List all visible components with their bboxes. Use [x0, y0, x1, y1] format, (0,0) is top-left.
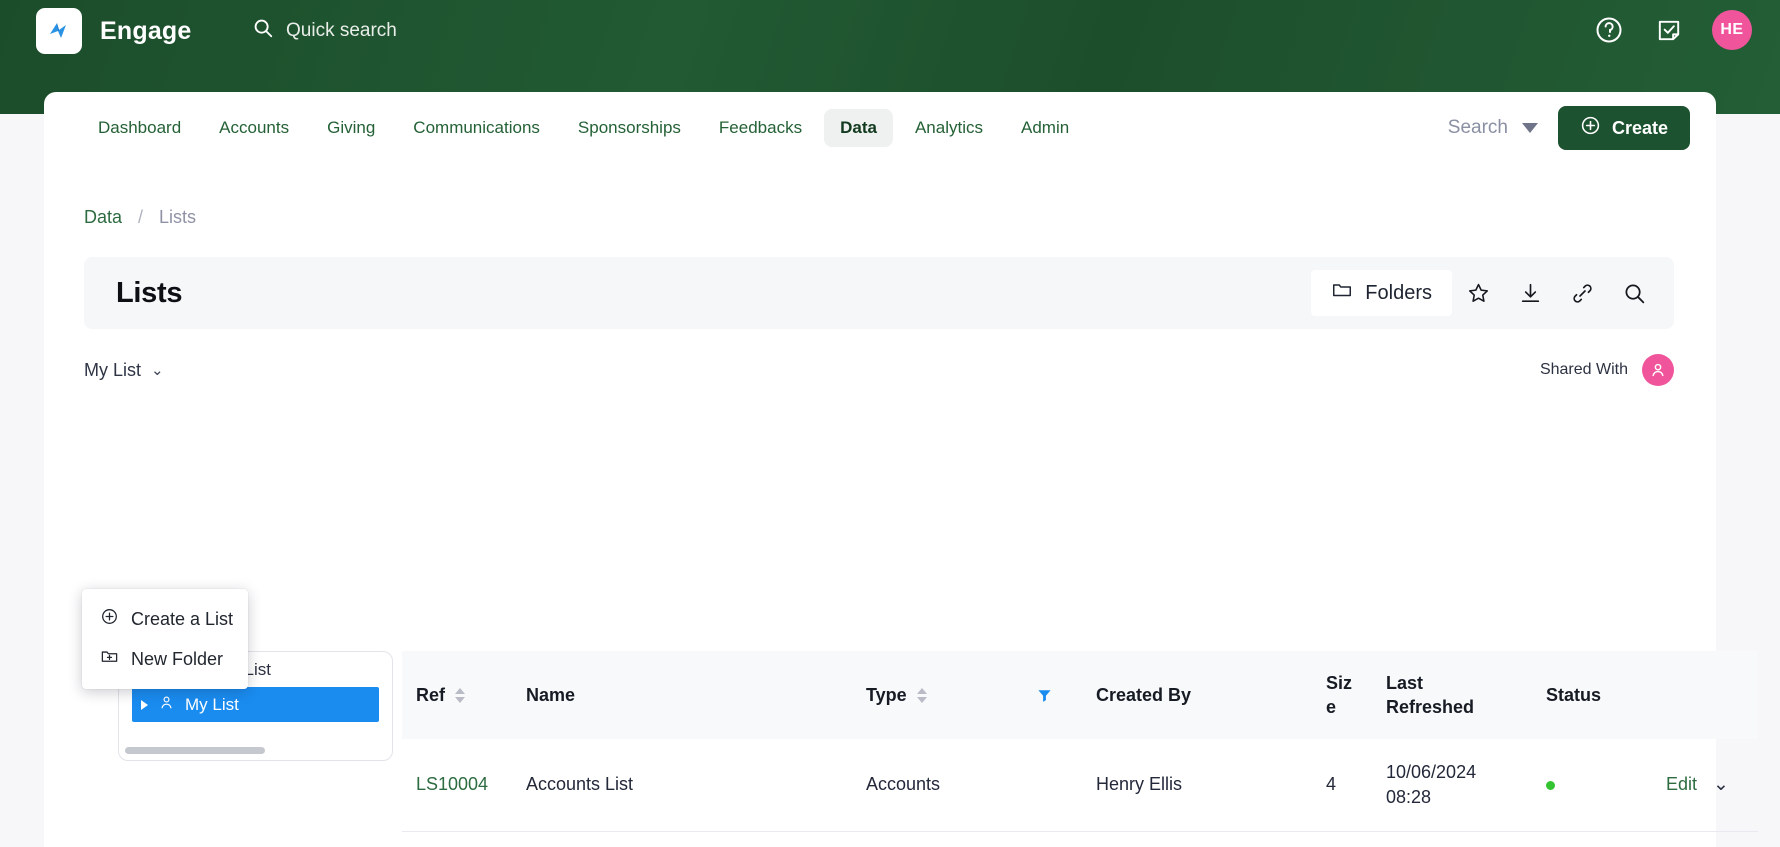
folders-button[interactable]: Folders: [1311, 270, 1452, 316]
triangle-right-icon: [141, 699, 148, 710]
link-icon[interactable]: [1556, 270, 1608, 316]
column-label: Type: [866, 684, 907, 705]
cell-status: [1532, 739, 1652, 831]
table-header-row: Ref Name Type Created By Siz e Last Refr…: [402, 651, 1758, 739]
shared-with-label: Shared With: [1539, 361, 1628, 378]
sort-icon[interactable]: [916, 687, 927, 703]
menu-item-label: New Folder: [131, 648, 224, 669]
nav-item-analytics[interactable]: Analytics: [899, 109, 999, 147]
star-icon[interactable]: [1452, 270, 1504, 316]
edit-label: Edit: [1666, 774, 1698, 795]
nav-search-label: Search: [1447, 117, 1508, 138]
cell-name: Accounts List: [526, 774, 634, 795]
cell-filter-spacer: [1022, 739, 1082, 831]
lists-table: Ref Name Type Created By Siz e Last Refr…: [402, 651, 1758, 832]
nav-item-dashboard[interactable]: Dashboard: [82, 109, 197, 147]
breadcrumb-separator: /: [138, 207, 144, 227]
cell-type: Accounts: [866, 774, 941, 795]
column-label: Status: [1546, 684, 1602, 705]
nav-item-data[interactable]: Data: [824, 109, 893, 147]
column-header-filter[interactable]: [1022, 651, 1082, 739]
folder-icon: [1331, 279, 1353, 307]
page-tools: Folders: [1311, 270, 1660, 316]
column-header-type[interactable]: Type: [852, 651, 1022, 739]
table-row[interactable]: LS10004 Accounts List Accounts Henry Ell…: [402, 739, 1758, 831]
nav-item-sponsorships[interactable]: Sponsorships: [562, 109, 697, 147]
new-folder-icon: [100, 647, 119, 671]
plus-circle-icon: [100, 607, 119, 631]
column-header-ref[interactable]: Ref: [402, 651, 512, 739]
sort-icon[interactable]: [455, 687, 466, 703]
breadcrumb-lists: Lists: [159, 207, 197, 227]
chevron-down-icon[interactable]: ⌄: [1713, 773, 1729, 796]
column-label: Name: [526, 684, 576, 705]
column-header-actions: [1652, 651, 1758, 739]
status-badge: [1546, 781, 1555, 791]
column-header-created-by[interactable]: Created By: [1082, 651, 1312, 739]
nav-item-communications[interactable]: Communications: [397, 109, 556, 147]
search-icon[interactable]: [1608, 270, 1660, 316]
quick-search[interactable]: Quick search: [252, 17, 397, 44]
nav-right-actions: Search Create: [1448, 106, 1690, 150]
nav-items: Dashboard Accounts Giving Communications…: [44, 109, 1085, 147]
last-refreshed-time: 08:28: [1386, 786, 1432, 807]
cell-size: 4: [1326, 774, 1337, 795]
shared-with: Shared With: [1540, 354, 1674, 386]
column-header-status[interactable]: Status: [1532, 651, 1652, 739]
plus-circle-icon: [1580, 115, 1601, 141]
tree-horizontal-scrollbar[interactable]: [125, 747, 265, 754]
cell-ref[interactable]: LS10004: [402, 739, 512, 831]
menu-item-label: Create a List: [131, 608, 234, 629]
create-button-label: Create: [1611, 117, 1668, 138]
person-icon: [158, 694, 175, 716]
menu-item-new-folder[interactable]: New Folder: [82, 639, 248, 679]
main-nav-bar: Dashboard Accounts Giving Communications…: [44, 92, 1716, 164]
edit-button[interactable]: Edit ⌄: [1666, 773, 1758, 796]
search-icon: [252, 17, 274, 44]
create-button[interactable]: Create: [1557, 106, 1690, 150]
column-label: Created By: [1096, 684, 1192, 705]
engage-logo-icon: [36, 8, 82, 54]
list-selector-label: My List: [84, 359, 142, 380]
nav-item-giving[interactable]: Giving: [311, 109, 391, 147]
cell-created-by: Henry Ellis: [1096, 774, 1183, 795]
list-selector-row: My List ⌄ Shared With: [84, 354, 1674, 386]
column-header-last-refreshed[interactable]: Last Refreshed: [1372, 651, 1532, 739]
tree-item-label: My List: [185, 694, 239, 714]
list-selector-button[interactable]: My List ⌄: [84, 360, 164, 381]
nav-item-admin[interactable]: Admin: [1005, 109, 1085, 147]
tree-item-my-list[interactable]: My List: [132, 687, 379, 722]
help-circle-icon[interactable]: [1592, 13, 1626, 47]
brand-name: Engage: [100, 16, 192, 45]
column-header-name[interactable]: Name: [512, 651, 852, 739]
filter-icon[interactable]: [1036, 687, 1082, 704]
nav-item-accounts[interactable]: Accounts: [203, 109, 305, 147]
last-refreshed-date: 10/06/2024: [1386, 762, 1477, 783]
list-selector-menu: Create a List New Folder: [82, 589, 248, 689]
shared-with-avatar[interactable]: [1642, 354, 1674, 386]
cell-last-refreshed: 10/06/2024 08:28: [1372, 739, 1532, 831]
brand[interactable]: Engage: [36, 8, 192, 54]
column-label: Ref: [416, 684, 446, 705]
chevron-down-icon: [1521, 123, 1538, 133]
page-content: Data / Lists Lists Folders My List ⌄ Sha…: [44, 164, 1758, 847]
download-icon[interactable]: [1504, 270, 1556, 316]
breadcrumb: Data / Lists: [84, 207, 196, 228]
nav-search-dropdown[interactable]: Search: [1448, 117, 1538, 139]
column-label: Last Refreshed: [1386, 672, 1475, 717]
column-label: Siz e: [1326, 672, 1353, 717]
page-title-card: Lists Folders: [84, 257, 1674, 329]
nav-item-feedbacks[interactable]: Feedbacks: [703, 109, 818, 147]
folders-button-label: Folders: [1365, 281, 1432, 304]
menu-item-create-a-list[interactable]: Create a List: [82, 599, 248, 639]
cell-actions[interactable]: Edit ⌄: [1652, 739, 1758, 831]
task-note-icon[interactable]: [1652, 13, 1686, 47]
page-title: Lists: [116, 276, 183, 309]
quick-search-label: Quick search: [286, 19, 397, 41]
breadcrumb-data[interactable]: Data: [84, 207, 122, 228]
column-header-size[interactable]: Siz e: [1312, 651, 1372, 739]
chevron-down-icon: ⌄: [151, 361, 164, 379]
top-bar-actions: HE: [1592, 10, 1752, 50]
avatar[interactable]: HE: [1712, 10, 1752, 50]
